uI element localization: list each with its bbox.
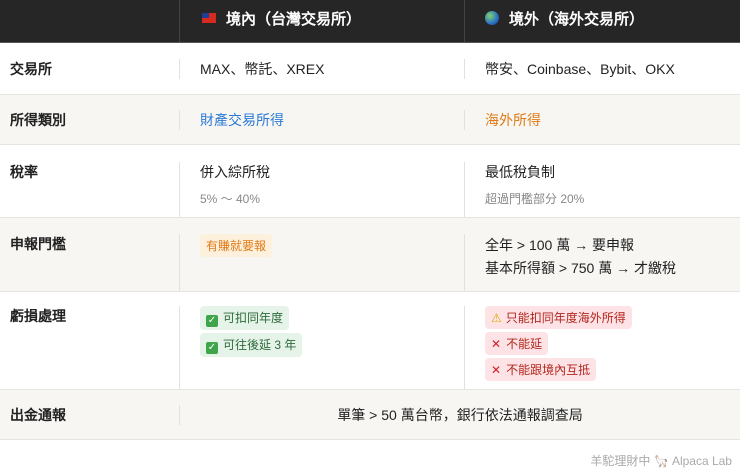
table-row-loss: 虧損處理 ✓ 可扣同年度 ✓ 可往後延 3 年 ⚠ 只能扣同年度海外所得 ✕ 不能延 ✕… xyxy=(0,292,740,390)
row-label: 所得類別 xyxy=(0,109,180,130)
table-row-threshold: 申報門檻 有賺就要報 全年 > 100 萬 → 要申報基本所得額 > 750 萬… xyxy=(0,218,740,292)
header-blank xyxy=(0,0,180,42)
threshold-line: 全年 > 100 萬 → 要申報 xyxy=(485,237,634,253)
row-label: 申報門檻 xyxy=(0,234,180,291)
header-domestic: 境內（台灣交易所） xyxy=(180,0,465,42)
domestic-cell: 有賺就要報 xyxy=(180,234,465,291)
badge-text: 可扣同年度 xyxy=(223,311,284,325)
badge-text: 可往後延 3 年 xyxy=(223,338,297,352)
check-icon: ✓ xyxy=(206,342,218,354)
loss-badge: ⚠ 只能扣同年度海外所得 xyxy=(485,306,632,329)
foreign-cell: 海外所得 xyxy=(485,111,541,128)
badge-text: 不能延 xyxy=(506,337,543,351)
domestic-cell: 併入綜所稅 5% ～ 40% xyxy=(180,162,465,217)
row-label: 交易所 xyxy=(0,58,180,79)
domestic-cell: 財產交易所得 xyxy=(180,109,465,130)
loss-badge: ✓ 可往後延 3 年 xyxy=(200,333,303,357)
domestic-cell: ✓ 可扣同年度 ✓ 可往後延 3 年 xyxy=(180,306,465,389)
domestic-tax: 併入綜所稅 xyxy=(200,164,270,180)
globe-icon xyxy=(485,11,499,25)
loss-badge: ✕ 不能跟境內互抵 xyxy=(485,358,597,381)
row-label: 虧損處理 xyxy=(0,306,180,389)
badge-text: 只能扣同年度海外所得 xyxy=(505,311,626,325)
table-row-withdrawal: 出金通報 單筆 > 50 萬台幣，銀行依法通報調查局 xyxy=(0,390,740,440)
check-icon: ✓ xyxy=(206,315,218,327)
foreign-tax: 最低稅負制 xyxy=(485,164,555,180)
taiwan-flag-icon xyxy=(202,13,216,23)
table-row-exchange: 交易所 MAX、幣託、XREX 幣安、Coinbase、Bybit、OKX xyxy=(0,43,740,95)
foreign-cell: ⚠ 只能扣同年度海外所得 ✕ 不能延 ✕ 不能跟境內互抵 xyxy=(465,306,740,389)
cross-icon: ✕ xyxy=(491,363,502,377)
table-row-tax-rate: 稅率 併入綜所稅 5% ～ 40% 最低稅負制超過門檻部分 20% xyxy=(0,145,740,218)
foreign-tax-range: 超過門檻部分 20% xyxy=(485,192,585,206)
header-foreign: 境外（海外交易所） xyxy=(465,0,740,42)
threshold-line: 基本所得額 > 750 萬 → 才繳稅 xyxy=(485,260,676,276)
domestic-tax-range: 5% ～ 40% xyxy=(200,192,261,206)
foreign-cell: 最低稅負制超過門檻部分 20% xyxy=(465,162,740,217)
footer-credit: 羊駝理財中 🦙 Alpaca Lab xyxy=(590,454,732,468)
badge-text: 不能跟境內互抵 xyxy=(506,363,591,377)
row-label: 出金通報 xyxy=(0,404,180,425)
row-label: 稅率 xyxy=(0,162,180,217)
loss-badge: ✓ 可扣同年度 xyxy=(200,306,290,330)
threshold-badge: 有賺就要報 xyxy=(200,234,273,257)
header-domestic-label: 境內（台灣交易所） xyxy=(226,11,362,28)
withdrawal-cell: 單筆 > 50 萬台幣，銀行依法通報調查局 xyxy=(337,406,583,423)
foreign-cell: 幣安、Coinbase、Bybit、OKX xyxy=(485,60,675,77)
cross-icon: ✕ xyxy=(491,337,502,351)
table-header: 境內（台灣交易所） 境外（海外交易所） xyxy=(0,0,740,43)
warning-icon: ⚠ xyxy=(491,311,502,325)
table-row-income-type: 所得類別 財產交易所得 海外所得 xyxy=(0,95,740,145)
loss-badge: ✕ 不能延 xyxy=(485,332,549,355)
header-foreign-label: 境外（海外交易所） xyxy=(509,11,645,28)
foreign-cell: 全年 > 100 萬 → 要申報基本所得額 > 750 萬 → 才繳稅 xyxy=(465,234,740,291)
domestic-cell: MAX、幣託、XREX xyxy=(180,58,465,79)
